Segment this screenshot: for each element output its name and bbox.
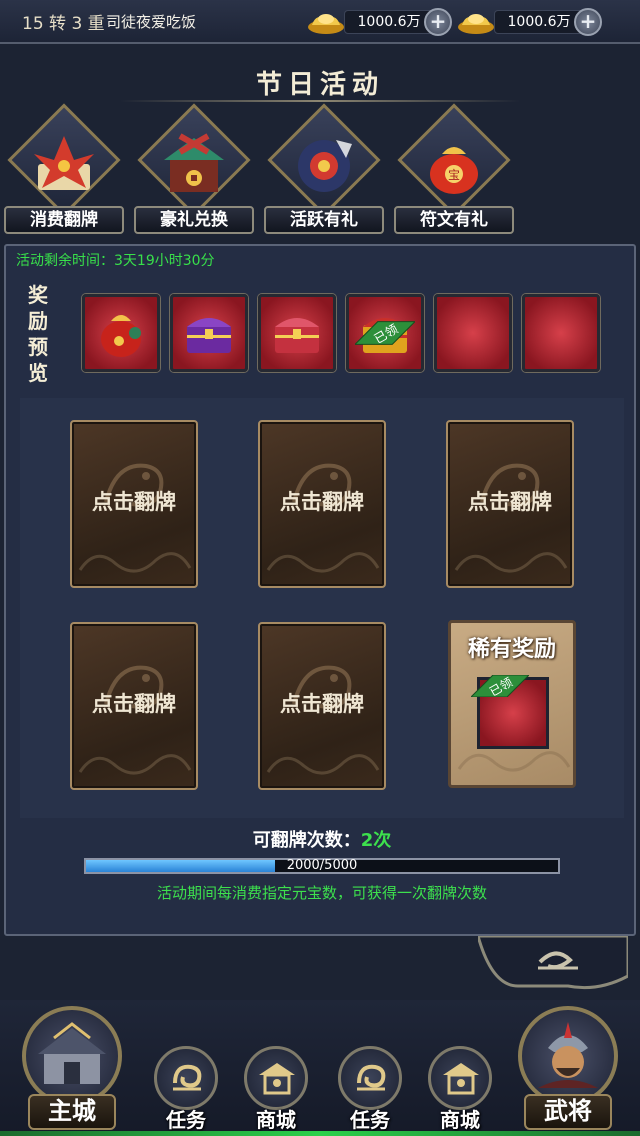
nav-circle [154,1046,218,1110]
nav-circle [428,1046,492,1110]
reward-preview-label: 奖励预览 [28,283,48,385]
player-name: 司徒夜爱吃饭 [106,13,197,31]
nav-shop-2[interactable]: 商城 [424,1046,496,1136]
flip-count: 可翻牌次数：2次 [6,826,638,852]
add-currency-button[interactable]: + [424,8,452,36]
activity-tab-consume-flip[interactable]: 消费翻牌 [2,103,126,238]
flip-card-text: 点击翻牌 [92,489,176,514]
cloud-swirl-decoration [266,754,380,775]
gift-shop-icon [164,133,224,192]
page-title: 节日活动 [255,70,384,100]
nav-circle [22,1006,122,1106]
reward-slot[interactable] [82,294,160,372]
rare-reward-card[interactable]: 稀有奖励 已领 [448,620,576,788]
nav-tasks-1[interactable]: 任务 [150,1046,222,1136]
red-flower-scroll-icon [34,136,94,190]
activity-label: 活跃有礼 [264,206,384,234]
progress-bar: 2000/5000 [84,858,560,874]
add-currency-button[interactable]: + [574,8,602,36]
cloud-swirl-decoration [78,754,192,775]
flip-card[interactable]: 点击翻牌 [446,420,574,588]
reward-slot[interactable] [258,294,336,372]
flip-count-label: 可翻牌次数： [252,830,361,851]
activity-label: 符文有礼 [394,206,514,234]
cloud-swirl-decoration [78,552,192,573]
nav-shop-1[interactable]: 商城 [240,1046,312,1136]
flip-card[interactable]: 点击翻牌 [258,420,386,588]
gold-ingot-icon [458,14,494,34]
warrior-portrait-icon [538,1022,598,1088]
nav-label: 主城 [28,1094,116,1130]
reward-slot-empty [434,294,512,372]
top-bar: 15 转 3 重 司徒夜爱吃饭 1000.6万 + 1000.6万 + [0,0,640,44]
castle-icon [38,1022,106,1084]
progress-text: 2000/5000 [286,858,358,873]
reward-slot-empty [522,294,600,372]
activity-tab-active-gift[interactable]: 活跃有礼 [262,103,386,238]
activity-tabs: 消费翻牌 豪礼兑换 活跃有礼 宝 符文有礼 [0,103,640,240]
nav-circle [518,1006,618,1106]
title-divider [120,100,520,102]
svg-text:宝: 宝 [448,168,460,182]
cloud-swirl-decoration [457,751,571,772]
claimed-ribbon: 已领 [471,675,529,697]
gift-box-icon [298,140,352,192]
flip-card[interactable]: 点击翻牌 [70,622,198,790]
reward-slot[interactable]: 已领 [346,294,424,372]
card-grid: 点击翻牌 点击翻牌 点击翻牌 点击翻牌 点击翻牌 稀有奖励 已领 [20,398,624,818]
nav-main-city[interactable]: 主城 [18,1002,128,1132]
nav-circle [338,1046,402,1110]
cloud-swirl-decoration [266,552,380,573]
red-chest-icon [275,318,319,353]
collapse-menu-button[interactable] [478,936,628,992]
nav-label: 任务 [166,1108,206,1132]
nav-tasks-2[interactable]: 任务 [334,1046,406,1136]
currency-ingot-1: 1000.6万 + [306,5,456,39]
activity-label: 豪礼兑换 [134,206,254,234]
event-timer: 活动剩余时间：3天19小时30分 [16,253,215,269]
reward-slot[interactable] [170,294,248,372]
flip-card-text: 点击翻牌 [92,691,176,716]
bottom-nav: 主城 任务 商城 任务 商城 武将 [0,1000,640,1136]
flip-hint: 活动期间每消费指定元宝数，可获得一次翻牌次数 [156,884,487,902]
rare-reward-title: 稀有奖励 [467,636,556,662]
claimed-ribbon: 已领 [355,321,415,346]
flip-card-text: 点击翻牌 [280,691,364,716]
activity-tab-gift-exchange[interactable]: 豪礼兑换 [132,103,256,238]
red-lucky-bag-icon [101,315,141,357]
nav-circle [244,1046,308,1110]
swirl-icon [357,1064,386,1091]
flip-card-text: 点击翻牌 [468,489,552,514]
activity-label: 消费翻牌 [4,206,124,234]
flip-card[interactable]: 点击翻牌 [70,420,198,588]
cloud-swirl-decoration [454,552,568,573]
flip-card-panel: 活动剩余时间：3天19小时30分 奖励预览 已领 点击翻牌 点击翻牌 点击翻牌 … [4,244,636,936]
nav-label: 任务 [350,1108,390,1132]
nav-label: 商城 [256,1108,296,1132]
swirl-icon [173,1064,202,1091]
bottom-glow-bar [0,1131,640,1136]
purple-chest-icon [187,318,231,353]
flip-card[interactable]: 点击翻牌 [258,622,386,790]
flip-card-text: 点击翻牌 [280,489,364,514]
currency-ingot-2: 1000.6万 + [456,5,606,39]
shop-icon [259,1063,295,1095]
activity-tab-rune-gift[interactable]: 宝 符文有礼 [392,103,516,238]
nav-general[interactable]: 武将 [514,1002,624,1132]
currency-amount: 1000.6万 [494,10,584,34]
lucky-bag-icon: 宝 [430,147,478,194]
page-title-wrap: 节日活动 [120,60,520,102]
gold-ingot-icon [308,14,344,34]
nav-label: 商城 [440,1108,480,1132]
player-level: 15 转 3 重 [22,14,105,34]
nav-label: 武将 [524,1094,612,1130]
shop-icon [443,1063,479,1095]
flip-count-value: 2次 [360,830,392,851]
currency-amount: 1000.6万 [344,10,434,34]
